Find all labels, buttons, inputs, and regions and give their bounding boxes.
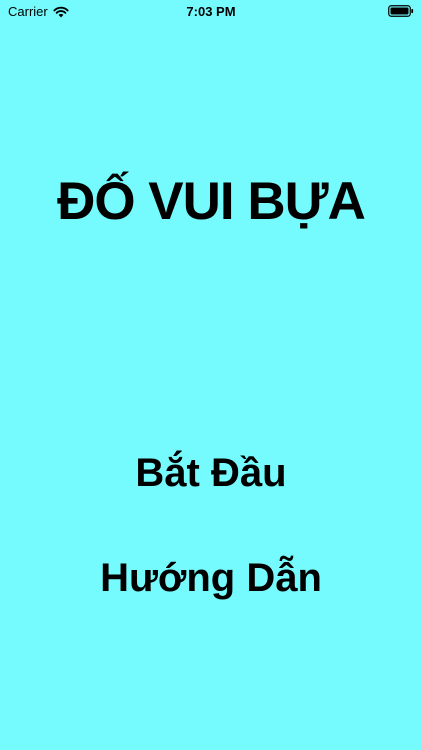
start-button[interactable]: Bắt Đầu xyxy=(0,449,422,497)
guide-button[interactable]: Hướng Dẫn xyxy=(0,554,422,602)
status-bar: Carrier 7:03 PM xyxy=(0,0,422,24)
app-title: ĐỐ VUI BỰA xyxy=(57,172,366,231)
status-time: 7:03 PM xyxy=(186,4,236,19)
battery-icon xyxy=(388,5,414,17)
app-screen: Carrier 7:03 PM ĐỐ VUI BỰA Bắt Đầu Hướng… xyxy=(0,0,422,750)
